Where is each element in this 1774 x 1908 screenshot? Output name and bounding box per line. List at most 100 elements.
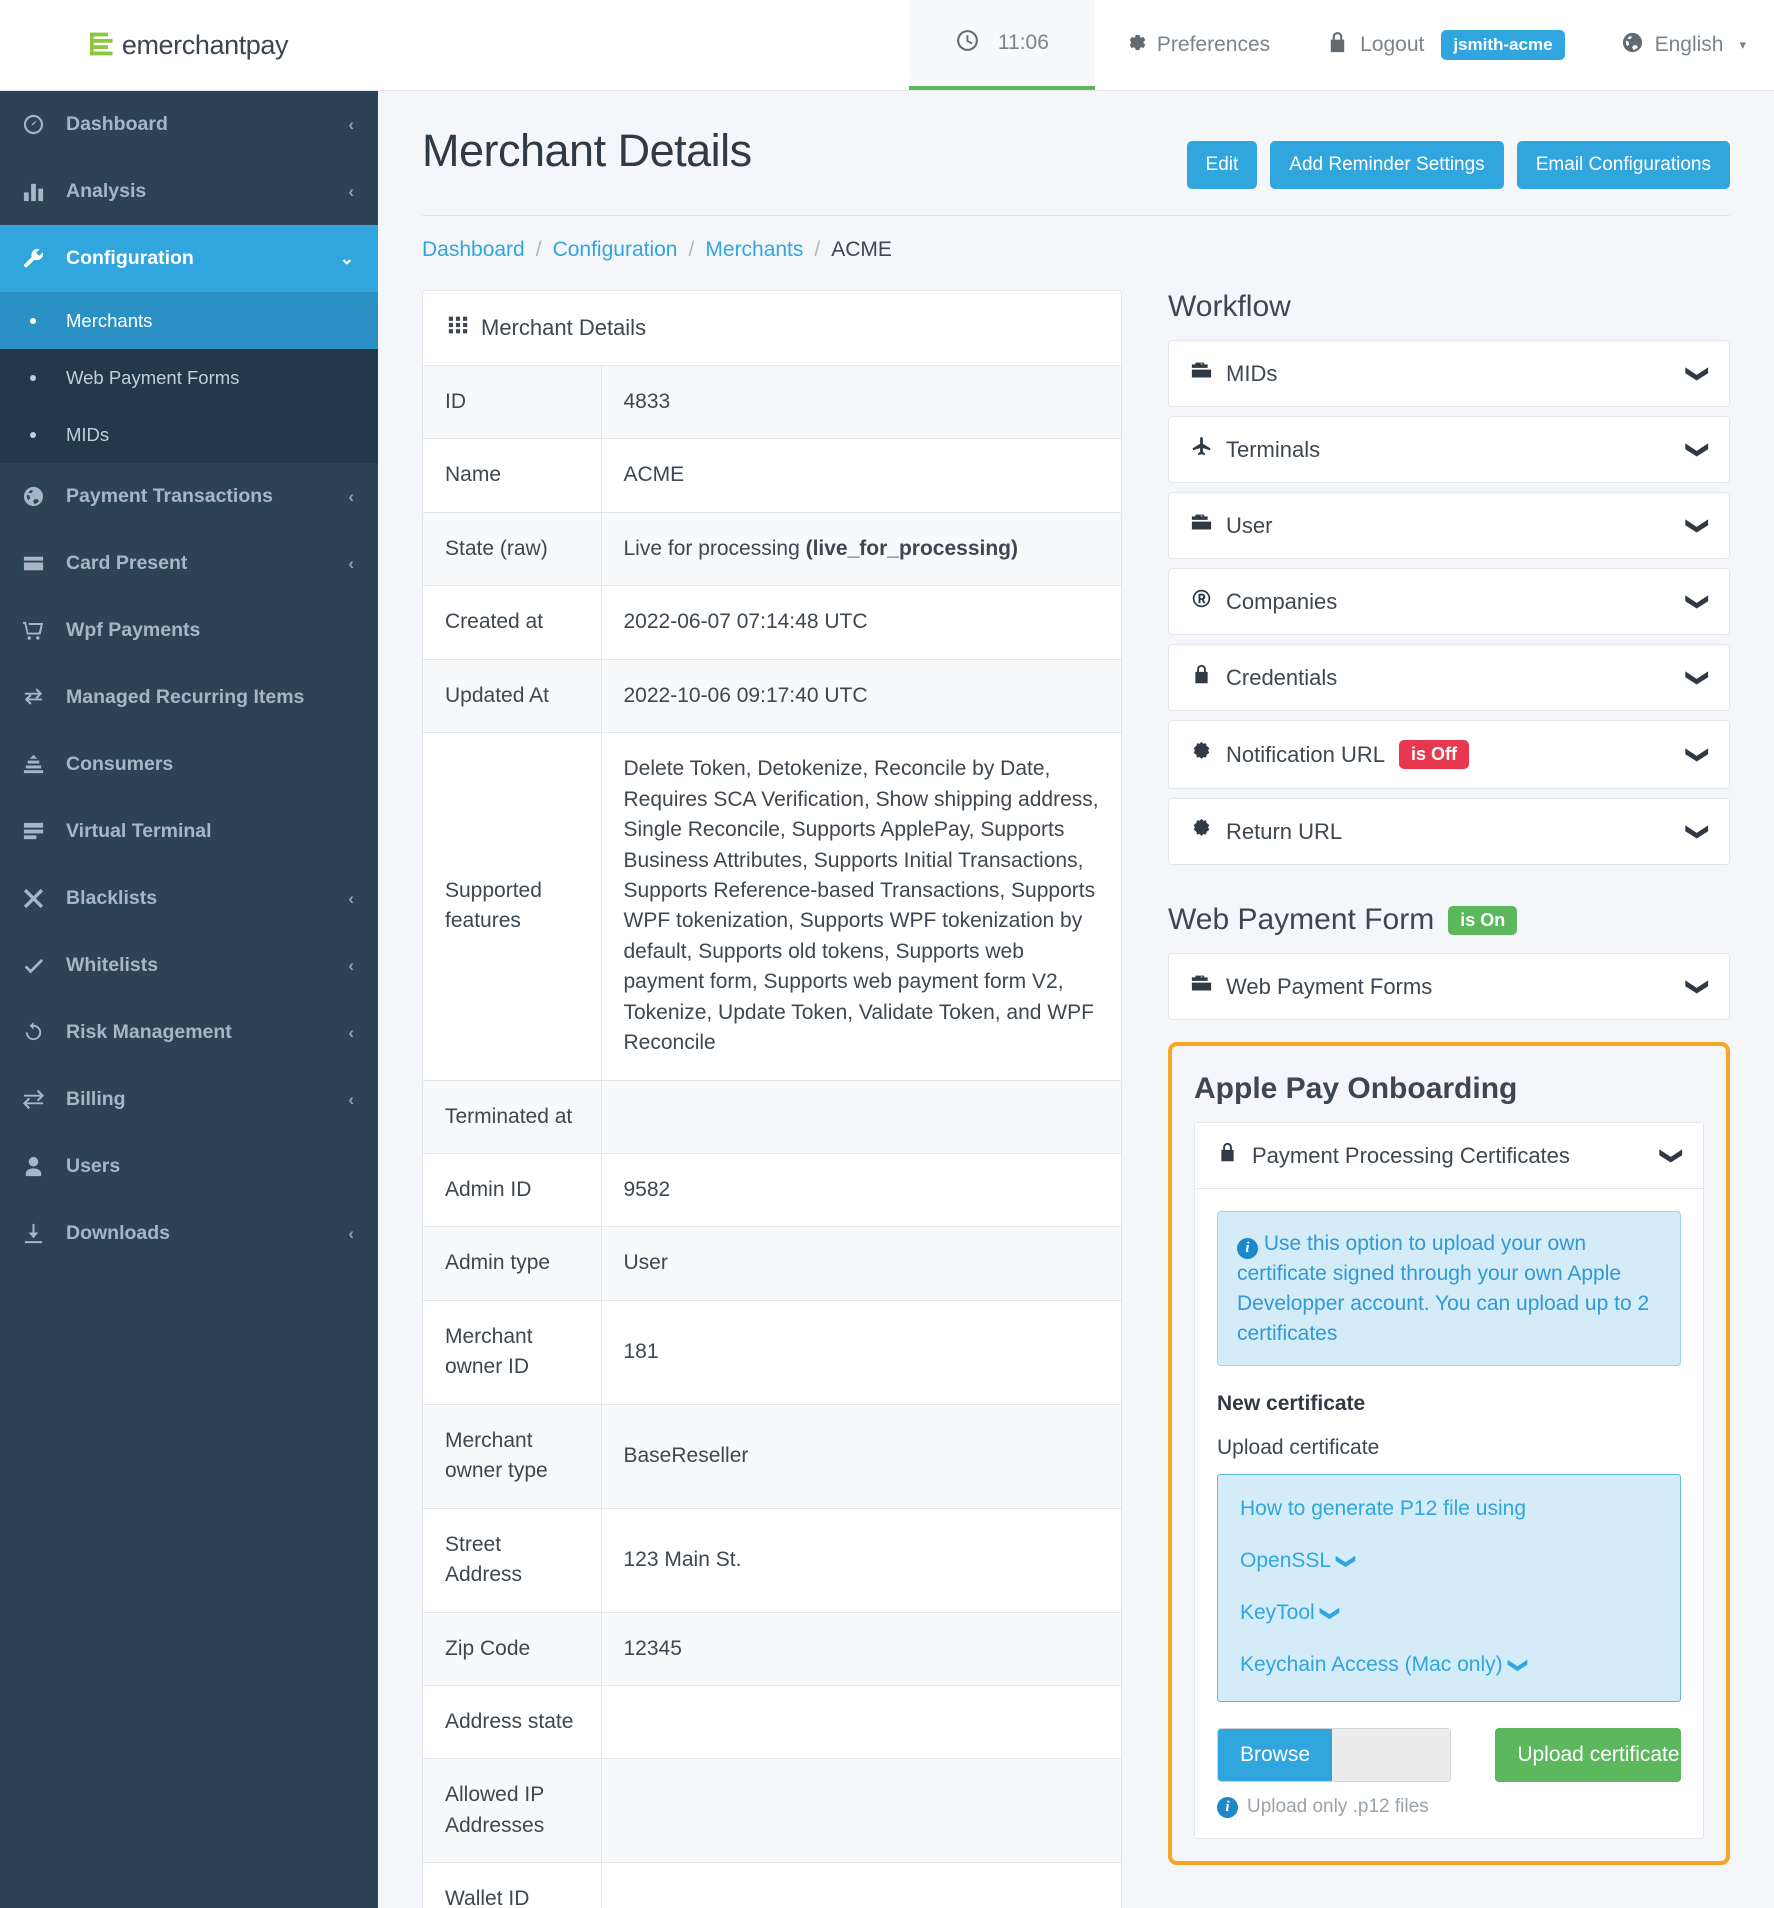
- add-reminder-settings-button[interactable]: Add Reminder Settings: [1270, 141, 1504, 189]
- sidebar-item-configuration[interactable]: Configuration ⌄: [0, 225, 378, 292]
- sidebar-item-label: Wpf Payments: [66, 619, 201, 641]
- keytool-label: KeyTool: [1240, 1601, 1315, 1625]
- clock-time: 11:06: [997, 31, 1049, 54]
- table-row: Allowed IP Addresses: [423, 1758, 1121, 1863]
- browse-button[interactable]: Browse: [1218, 1729, 1333, 1782]
- row-value: 2022-10-06 09:17:40 UTC: [623, 683, 868, 707]
- table-row: Merchant owner ID 181: [423, 1300, 1121, 1405]
- sidebar-item-blacklists[interactable]: Blacklists ‹: [0, 865, 378, 932]
- sidebar-item-managed-recurring-items[interactable]: Managed Recurring Items: [0, 664, 378, 731]
- sidebar-item-payment-transactions[interactable]: Payment Transactions ‹: [0, 463, 378, 530]
- upload-certificate-button[interactable]: Upload certificate: [1495, 1728, 1681, 1783]
- chevron-down-icon: ❯: [1685, 745, 1711, 764]
- row-key: Created at: [423, 585, 602, 660]
- keytool-link[interactable]: KeyTool ❯: [1240, 1601, 1658, 1625]
- email-configurations-button[interactable]: Email Configurations: [1516, 141, 1730, 189]
- merchant-details-card: Merchant Details ID 4833 Name ACME State…: [422, 290, 1122, 1908]
- dashboard-icon: [22, 113, 66, 136]
- user-badge[interactable]: jsmith-acme: [1441, 30, 1565, 60]
- row-value: BaseReseller: [623, 1443, 749, 1467]
- sidebar-item-label: Blacklists: [66, 887, 158, 909]
- globe-icon: [1621, 31, 1644, 60]
- row-key: Wallet ID: [423, 1862, 602, 1908]
- certificate-icon: [1191, 818, 1212, 845]
- state-raw: (live_for_processing): [805, 536, 1018, 560]
- apple-pay-title: Apple Pay Onboarding: [1194, 1072, 1518, 1105]
- edit-button[interactable]: Edit: [1186, 141, 1258, 189]
- brand-logo[interactable]: emerchantpay: [0, 0, 378, 91]
- selected-file-name: [1332, 1729, 1451, 1782]
- workflow-item-return-url[interactable]: Return URL ❯: [1168, 798, 1730, 865]
- chevron-left-icon: ‹: [348, 115, 354, 134]
- how-to-generate-p12-heading[interactable]: How to generate P12 file using: [1240, 1497, 1658, 1521]
- sidebar-item-merchants[interactable]: Merchants: [0, 292, 378, 349]
- chevron-down-icon: ⌄: [339, 249, 354, 268]
- workflow-item-notification-url[interactable]: Notification URL is Off ❯: [1168, 720, 1730, 789]
- breadcrumb-item-configuration[interactable]: Configuration: [553, 238, 678, 262]
- merchant-details-table: ID 4833 Name ACME State (raw) Live for p…: [423, 366, 1121, 1908]
- workflow-title: Workflow: [1168, 290, 1730, 324]
- logout-link[interactable]: Logout jsmith-acme: [1298, 0, 1592, 90]
- new-certificate-title: New certificate: [1217, 1392, 1366, 1416]
- sidebar-item-analysis[interactable]: Analysis ‹: [0, 158, 378, 225]
- table-row: Name ACME: [423, 438, 1121, 513]
- row-key: Street Address: [423, 1508, 602, 1612]
- sidebar-item-users[interactable]: Users: [0, 1133, 378, 1200]
- language-selector[interactable]: English ▾: [1593, 0, 1774, 90]
- chevron-left-icon: ‹: [348, 889, 354, 908]
- sidebar-item-risk-management[interactable]: Risk Management ‹: [0, 999, 378, 1066]
- chevron-down-icon: ❯: [1685, 516, 1711, 535]
- row-key: ID: [423, 366, 602, 439]
- sidebar-item-virtual-terminal[interactable]: Virtual Terminal: [0, 798, 378, 865]
- grid-icon: [448, 315, 468, 341]
- workflow-item-mids[interactable]: MIDs ❯: [1168, 340, 1730, 407]
- sidebar-item-downloads[interactable]: Downloads ‹: [0, 1200, 378, 1267]
- plane-icon: [1191, 436, 1212, 463]
- keychain-access-link[interactable]: Keychain Access (Mac only) ❯: [1240, 1653, 1658, 1677]
- openssl-link[interactable]: OpenSSL ❯: [1240, 1549, 1658, 1573]
- workflow-item-terminals[interactable]: Terminals ❯: [1168, 416, 1730, 483]
- sidebar-item-mids[interactable]: MIDs: [0, 406, 378, 463]
- chevron-left-icon: ‹: [348, 1224, 354, 1243]
- globe-icon: [22, 485, 66, 508]
- sidebar-nav: Dashboard ‹ Analysis ‹ Configuration ⌄ M: [0, 91, 378, 1908]
- row-key: Zip Code: [423, 1612, 602, 1686]
- sidebar-item-web-payment-forms[interactable]: Web Payment Forms: [0, 349, 378, 406]
- table-row: Wallet ID: [423, 1862, 1121, 1908]
- sidebar-item-dashboard[interactable]: Dashboard ‹: [0, 91, 378, 158]
- sidebar-item-label: Consumers: [66, 753, 174, 775]
- row-key: Address state: [423, 1685, 602, 1759]
- sidebar-item-label: Card Present: [66, 552, 188, 574]
- sidebar-item-whitelists[interactable]: Whitelists ‹: [0, 932, 378, 999]
- breadcrumb-item-dashboard[interactable]: Dashboard: [422, 238, 525, 262]
- exchange-icon: [22, 1088, 66, 1111]
- clock-display: 11:06: [908, 0, 1095, 90]
- status-badge: is On: [1448, 905, 1518, 935]
- web-payment-forms-item[interactable]: Web Payment Forms ❯: [1168, 953, 1730, 1020]
- sidebar-item-card-present[interactable]: Card Present ‹: [0, 530, 378, 597]
- table-row: Updated At 2022-10-06 09:17:40 UTC: [423, 659, 1121, 733]
- certificates-body: i Use this option to upload your own cer…: [1195, 1189, 1703, 1838]
- payment-processing-certificates-header[interactable]: Payment Processing Certificates ❯: [1195, 1123, 1703, 1189]
- workflow-item-credentials[interactable]: Credentials ❯: [1168, 644, 1730, 711]
- breadcrumb-item-merchants[interactable]: Merchants: [705, 238, 803, 262]
- file-input[interactable]: Browse: [1217, 1728, 1452, 1783]
- sidebar-item-label: Payment Transactions: [66, 485, 273, 507]
- table-row: Created at 2022-06-07 07:14:48 UTC: [423, 585, 1121, 660]
- row-value: Delete Token, Detokenize, Reconcile by D…: [623, 757, 1099, 1055]
- page-header: Merchant Details Edit Add Reminder Setti…: [422, 125, 1730, 189]
- workflow-item-companies[interactable]: Companies ❯: [1168, 568, 1730, 635]
- row-value: [601, 1080, 1121, 1153]
- sidebar-item-wpf-payments[interactable]: Wpf Payments: [0, 597, 378, 664]
- workflow-item-user[interactable]: User ❯: [1168, 492, 1730, 559]
- two-column-layout: Merchant Details ID 4833 Name ACME State…: [422, 290, 1730, 1908]
- main-area: 11:06 Preferences Logout jsmith-acme Eng…: [378, 0, 1774, 1908]
- sidebar-item-label: Whitelists: [66, 954, 159, 976]
- sidebar-item-consumers[interactable]: Consumers: [0, 731, 378, 798]
- table-row: Admin ID 9582: [423, 1153, 1121, 1227]
- lock-icon: [1326, 31, 1349, 60]
- state-text: Live for processing: [623, 536, 806, 560]
- preferences-link[interactable]: Preferences: [1095, 0, 1298, 90]
- bullet-icon: [22, 317, 66, 324]
- sidebar-item-billing[interactable]: Billing ‹: [0, 1066, 378, 1133]
